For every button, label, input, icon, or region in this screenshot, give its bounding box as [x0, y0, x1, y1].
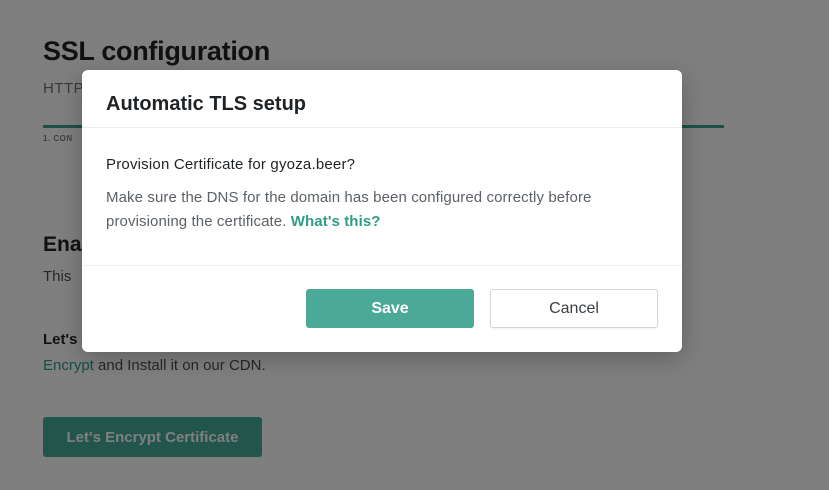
tls-setup-dialog: Automatic TLS setup Provision Certificat… — [82, 70, 682, 352]
cancel-button[interactable]: Cancel — [490, 289, 658, 328]
whats-this-link[interactable]: What's this? — [291, 213, 381, 230]
save-button[interactable]: Save — [306, 289, 474, 328]
dialog-footer: Save Cancel — [82, 266, 682, 352]
dialog-message: Make sure the DNS for the domain has bee… — [106, 186, 666, 234]
dialog-header: Automatic TLS setup — [82, 70, 682, 128]
dialog-body: Provision Certificate for gyoza.beer? Ma… — [82, 128, 682, 266]
dialog-question: Provision Certificate for gyoza.beer? — [106, 156, 356, 173]
dialog-title: Automatic TLS setup — [106, 93, 307, 115]
